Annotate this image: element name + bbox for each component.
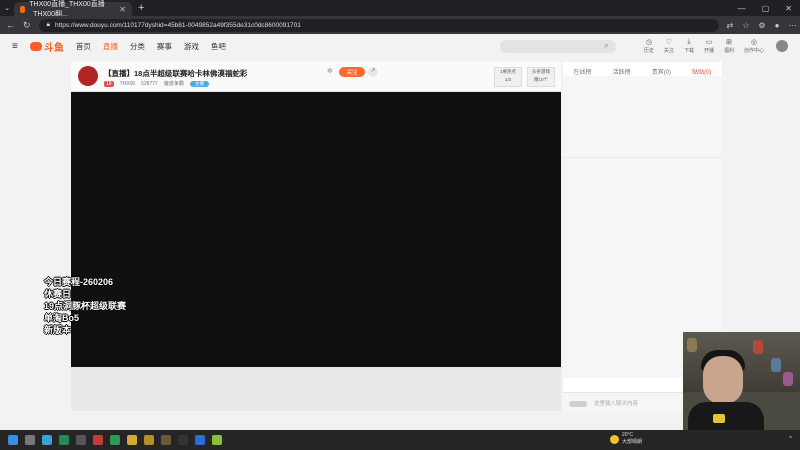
schedule-overlay: 今日赛程-260206 休赛日 19点洞豚杯超级联赛 单淘Bo5 新版本 bbox=[44, 276, 126, 336]
tab-stickers[interactable]: 贴贴(0) bbox=[692, 67, 711, 76]
tab-online-rank[interactable]: 在线榜 bbox=[574, 67, 592, 76]
headline-game-badge[interactable]: 头条游戏 赠10个 bbox=[527, 67, 555, 87]
download-icon: ⤓ bbox=[687, 38, 691, 45]
nav-home[interactable]: 首页 bbox=[76, 41, 91, 52]
site-navbar: ≡ 斗鱼 首页 直播 分类 赛事 游戏 鱼吧 ⌕ ◷ 历史 ♡ 关注 ⤓ 下载 ▭ 开播… bbox=[0, 34, 800, 58]
history-button[interactable]: ◷ 历史 bbox=[644, 38, 654, 54]
maximize-icon[interactable]: ▢ bbox=[762, 4, 770, 13]
emoji-toggle[interactable] bbox=[569, 401, 587, 407]
app-icon[interactable] bbox=[161, 435, 171, 445]
rank-list bbox=[563, 76, 722, 158]
favorite-icon[interactable]: ☆ bbox=[742, 21, 749, 30]
app-icon[interactable] bbox=[42, 435, 52, 445]
app-icon[interactable] bbox=[178, 435, 188, 445]
camera-icon: ▭ bbox=[705, 39, 713, 46]
app-icon[interactable] bbox=[93, 435, 103, 445]
refresh-icon[interactable]: ↻ bbox=[23, 20, 31, 31]
fish-logo-icon bbox=[29, 41, 42, 51]
browser-tab-bar: ⌄ THX00直播_THX00直播_THX00翻... ✕ + — ▢ ✕ bbox=[0, 0, 800, 18]
tab-active-rank[interactable]: 活跃榜 bbox=[613, 67, 631, 76]
overlay-line: 新版本 bbox=[44, 325, 72, 335]
tray-chevron-icon[interactable]: ^ bbox=[789, 436, 792, 442]
viewer-count: 528777 bbox=[141, 80, 158, 87]
share-icon[interactable]: ↗ bbox=[368, 67, 378, 77]
close-window-icon[interactable]: ✕ bbox=[785, 4, 792, 13]
gift-icon: ⊞ bbox=[726, 39, 732, 46]
streamer-avatar[interactable] bbox=[78, 66, 98, 86]
browser-tab[interactable]: THX00直播_THX00直播_THX00翻... ✕ bbox=[14, 1, 132, 18]
settings-icon[interactable]: ✻ bbox=[327, 67, 333, 75]
windows-start-icon[interactable] bbox=[8, 435, 18, 445]
back-icon[interactable]: ← bbox=[6, 20, 15, 30]
nav-fishbar[interactable]: 鱼吧 bbox=[211, 41, 226, 52]
nav-games[interactable]: 游戏 bbox=[184, 41, 199, 52]
app-icon[interactable] bbox=[127, 435, 137, 445]
bulb-icon: ◎ bbox=[750, 39, 758, 46]
app-icon[interactable] bbox=[195, 435, 205, 445]
search-input[interactable]: ⌕ bbox=[499, 39, 616, 53]
app-icon[interactable] bbox=[76, 435, 86, 445]
weather-widget[interactable]: 20°C 大部晴朗 bbox=[622, 432, 642, 446]
nav-category[interactable]: 分类 bbox=[130, 41, 145, 52]
overlay-line: 单淘Bo5 bbox=[44, 313, 80, 323]
extensions-icon[interactable]: ⚙ bbox=[758, 21, 765, 30]
follow-button[interactable]: 关注 bbox=[339, 67, 365, 77]
profile-icon[interactable]: ● bbox=[775, 21, 780, 30]
level-badge: 18 bbox=[104, 80, 114, 87]
hot-rank-badge[interactable]: 1要热点 1/3 bbox=[494, 67, 522, 87]
streamer-name[interactable]: THX00 bbox=[120, 81, 136, 87]
download-button[interactable]: ⤓ 下载 bbox=[684, 38, 694, 54]
translate-icon[interactable]: ⇄ bbox=[727, 21, 734, 30]
app-icon[interactable] bbox=[110, 435, 120, 445]
overlay-line: 今日赛程-260206 bbox=[44, 277, 114, 287]
heart-icon: ♡ bbox=[665, 39, 673, 46]
room-header: 【直播】18点半超级联赛哈卡林佛漠福蛇彩 18 THX00 528777 魔兽争… bbox=[71, 62, 561, 92]
nav-events[interactable]: 赛事 bbox=[157, 41, 172, 52]
webcam-overlay bbox=[683, 332, 800, 430]
address-bar-row: ← ↻ 🔒︎ https://www.douyu.com/110177dyshi… bbox=[0, 16, 800, 34]
video-player[interactable] bbox=[71, 92, 561, 367]
overlay-line: 休赛日 bbox=[44, 289, 72, 299]
chat-placeholder: 这里输入聊天内容 bbox=[594, 401, 639, 407]
follow-list-button[interactable]: ♡ 关注 bbox=[664, 38, 674, 54]
nav-live[interactable]: 直播 bbox=[103, 41, 118, 52]
close-icon[interactable]: ✕ bbox=[119, 5, 126, 14]
browser-icon[interactable] bbox=[59, 435, 69, 445]
menu-icon[interactable]: ≡ bbox=[12, 41, 18, 52]
search-icon[interactable]: ⌕ bbox=[604, 41, 608, 51]
app-icon[interactable] bbox=[144, 435, 154, 445]
taskbar: 20°C 大部晴朗 ^ bbox=[0, 430, 800, 450]
address-field[interactable]: 🔒︎ https://www.douyu.com/110177dyshid=45… bbox=[38, 18, 719, 32]
tab-menu-icon[interactable]: ⌄ bbox=[0, 4, 14, 12]
weather-icon bbox=[610, 435, 619, 444]
minimize-icon[interactable]: — bbox=[738, 4, 746, 13]
clock-icon: ◷ bbox=[645, 39, 652, 46]
app-icon[interactable] bbox=[212, 435, 222, 445]
creator-center-button[interactable]: ◎ 创作中心 bbox=[744, 38, 764, 54]
user-avatar[interactable] bbox=[776, 40, 788, 52]
new-tab-icon[interactable]: + bbox=[138, 2, 144, 14]
douyu-favicon-icon bbox=[20, 5, 26, 13]
tab-vip[interactable]: 贵宾(0) bbox=[652, 67, 671, 76]
gift-bar bbox=[71, 367, 561, 411]
url-text: https://www.douyu.com/110177dyshid=45b81… bbox=[55, 21, 301, 29]
go-live-button[interactable]: ▭ 开播 bbox=[704, 38, 714, 54]
room-tag: 主播 bbox=[189, 80, 209, 87]
douyu-logo[interactable]: 斗鱼 bbox=[29, 39, 64, 54]
overlay-line: 19点洞豚杯超级联赛 bbox=[44, 301, 127, 311]
more-icon[interactable]: ⋯ bbox=[788, 21, 796, 30]
room-title: 【直播】18点半超级联赛哈卡林佛漠福蛇彩 bbox=[104, 69, 248, 78]
lock-icon: 🔒︎ bbox=[46, 21, 51, 28]
category-link[interactable]: 魔兽争霸 bbox=[164, 80, 184, 87]
welfare-button[interactable]: ⊞ 福利 bbox=[724, 38, 734, 54]
app-icon[interactable] bbox=[25, 435, 35, 445]
